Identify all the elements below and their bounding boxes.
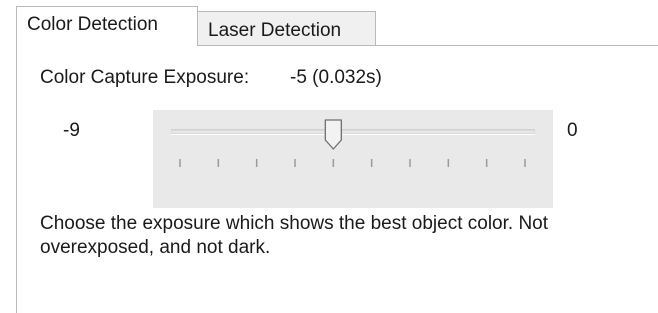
tab-color-detection[interactable]: Color Detection	[16, 6, 198, 46]
exposure-description: Choose the exposure which shows the best…	[40, 213, 549, 258]
tab-laser-detection-label: Laser Detection	[208, 20, 342, 41]
slider-graphics	[179, 119, 526, 167]
exposure-value: -5 (0.032s)	[290, 67, 382, 88]
exposure-slider[interactable]	[153, 110, 553, 208]
tab-color-detection-label: Color Detection	[27, 14, 158, 35]
exposure-settings-panel: Color Detection Laser Detection Color Ca…	[0, 0, 658, 313]
exposure-label: Color Capture Exposure:	[40, 67, 250, 88]
exposure-max-label: 0	[567, 120, 578, 141]
tab-panel-top-border	[197, 45, 658, 46]
tab-panel-left-border	[16, 45, 17, 313]
tab-laser-detection[interactable]: Laser Detection	[197, 11, 376, 45]
slider-thumb[interactable]	[324, 119, 342, 150]
exposure-min-label: -9	[63, 120, 80, 141]
